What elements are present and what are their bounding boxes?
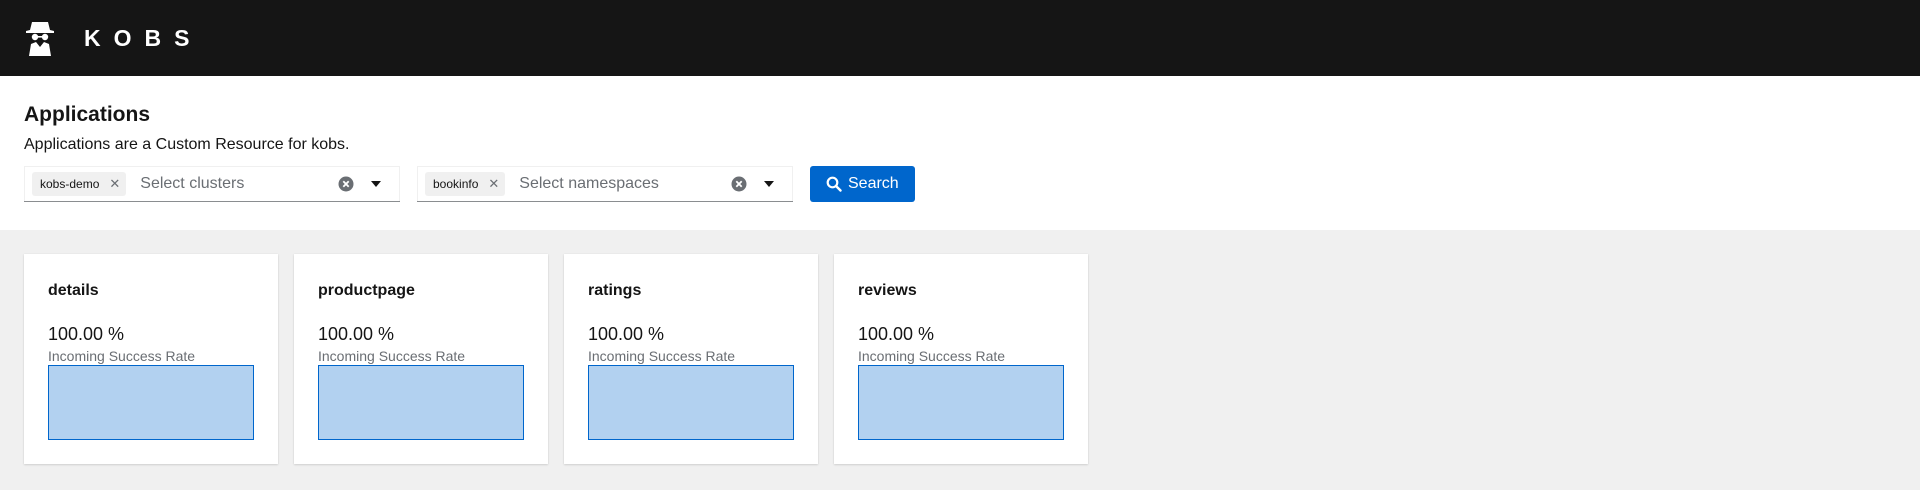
namespace-chip: bookinfo ✕ — [425, 171, 506, 196]
card-title: ratings — [588, 282, 642, 299]
caret-down-icon[interactable] — [370, 180, 382, 188]
remove-chip-icon[interactable]: ✕ — [488, 176, 499, 192]
success-rate-label: Incoming Success Rate — [858, 348, 1006, 364]
filter-toolbar: kobs-demo ✕ Select clusters bookinfo ✕ S… — [24, 166, 1896, 202]
application-gallery: details 100.00 % Incoming Success Rate p… — [0, 230, 1920, 464]
caret-down-icon[interactable] — [763, 180, 775, 188]
search-button[interactable]: Search — [810, 166, 915, 202]
page-header: Applications Applications are a Custom R… — [0, 76, 1920, 230]
page-description: Applications are a Custom Resource for k… — [24, 136, 350, 153]
masthead: KOBS — [0, 0, 1920, 76]
success-rate-label: Incoming Success Rate — [588, 348, 736, 364]
application-card[interactable]: ratings 100.00 % Incoming Success Rate — [564, 254, 818, 464]
success-rate-sparkline — [588, 365, 794, 440]
success-rate-value: 100.00 % — [318, 324, 395, 344]
success-rate-label: Incoming Success Rate — [318, 348, 466, 364]
spy-icon[interactable] — [24, 20, 56, 56]
success-rate-label: Incoming Success Rate — [48, 348, 196, 364]
brand-name[interactable]: KOBS — [84, 25, 202, 52]
card-title: reviews — [858, 282, 917, 299]
search-icon — [826, 176, 842, 192]
application-card[interactable]: reviews 100.00 % Incoming Success Rate — [834, 254, 1088, 464]
application-card[interactable]: productpage 100.00 % Incoming Success Ra… — [294, 254, 548, 464]
success-rate-value: 100.00 % — [588, 324, 665, 344]
namespace-chip-label: bookinfo — [433, 176, 479, 191]
clear-icon[interactable] — [731, 176, 747, 192]
success-rate-value: 100.00 % — [858, 324, 935, 344]
application-card[interactable]: details 100.00 % Incoming Success Rate — [24, 254, 278, 464]
search-button-label: Search — [848, 175, 899, 192]
clear-icon[interactable] — [338, 176, 354, 192]
success-rate-sparkline — [48, 365, 254, 440]
cluster-chip-label: kobs-demo — [40, 176, 100, 191]
cluster-chip: kobs-demo ✕ — [32, 171, 127, 196]
page-title: Applications — [24, 103, 151, 126]
card-title: details — [48, 282, 99, 299]
success-rate-sparkline — [858, 365, 1064, 440]
card-title: productpage — [318, 282, 415, 299]
namespace-select[interactable]: bookinfo ✕ Select namespaces — [417, 166, 793, 202]
cluster-select-input[interactable]: Select clusters — [140, 175, 338, 193]
success-rate-sparkline — [318, 365, 524, 440]
success-rate-value: 100.00 % — [48, 324, 125, 344]
namespace-select-input[interactable]: Select namespaces — [519, 175, 731, 193]
remove-chip-icon[interactable]: ✕ — [109, 176, 120, 192]
cluster-select[interactable]: kobs-demo ✕ Select clusters — [24, 166, 400, 202]
